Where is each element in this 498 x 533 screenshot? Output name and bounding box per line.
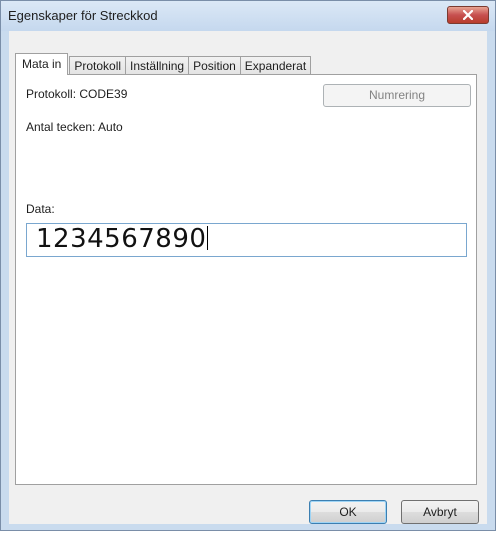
data-input-value: 1234567890 (36, 224, 207, 254)
window-title: Egenskaper för Streckkod (8, 8, 158, 23)
tab-position[interactable]: Position (188, 56, 241, 75)
title-bar[interactable]: Egenskaper för Streckkod (1, 1, 495, 31)
properties-dialog: Egenskaper för Streckkod Mata in Protoko… (0, 0, 496, 531)
data-label: Data: (26, 202, 55, 216)
numbering-button[interactable]: Numrering (323, 84, 471, 107)
tab-protokoll[interactable]: Protokoll (69, 56, 127, 75)
text-caret (207, 225, 209, 250)
ok-button[interactable]: OK (309, 500, 387, 524)
close-button[interactable] (447, 6, 489, 24)
data-input[interactable]: 1234567890 (26, 223, 467, 257)
cancel-button[interactable]: Avbryt (401, 500, 479, 524)
dialog-client-area: Mata in Protokoll Inställning Position E… (9, 31, 487, 524)
protocol-label: Protokoll: CODE39 (26, 87, 128, 101)
char-count-label: Antal tecken: Auto (26, 120, 123, 134)
tab-installning[interactable]: Inställning (125, 56, 190, 75)
tab-mata-in[interactable]: Mata in (15, 53, 69, 75)
tab-panel-mata-in: Protokoll: CODE39 Numrering Antal tecken… (15, 74, 477, 485)
tab-strip: Mata in Protokoll Inställning Position E… (15, 53, 312, 75)
tab-expanderat[interactable]: Expanderat (239, 56, 312, 75)
close-icon (463, 10, 473, 20)
